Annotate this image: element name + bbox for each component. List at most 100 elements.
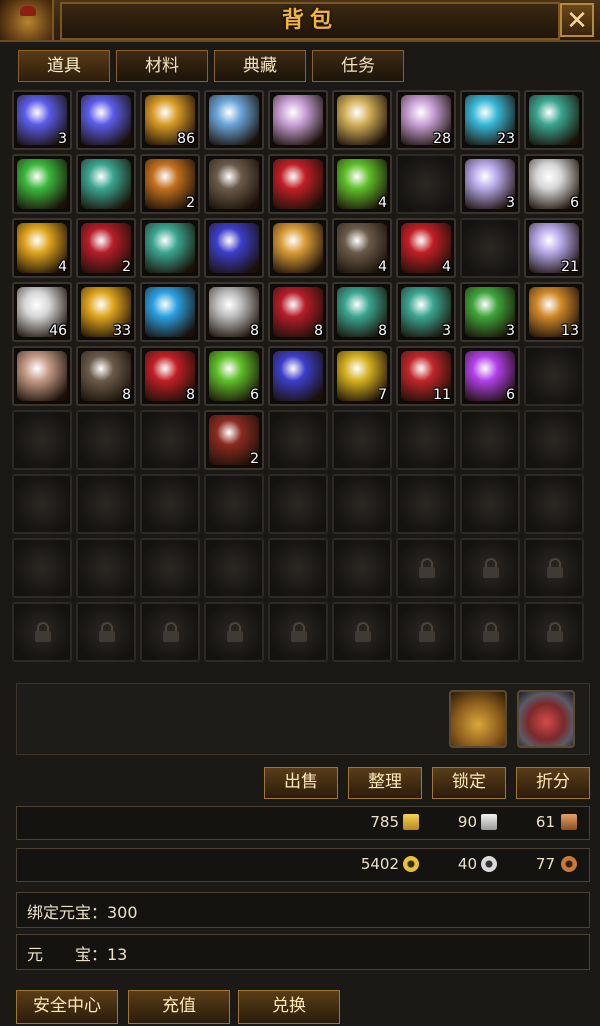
inventory-slot[interactable]: 11 [396, 346, 456, 406]
inventory-slot[interactable] [204, 538, 264, 598]
inventory-slot[interactable]: 8 [268, 282, 328, 342]
inventory-slot[interactable]: 23 [460, 90, 520, 150]
inventory-slot[interactable]: 8 [332, 282, 392, 342]
security-center-button[interactable]: 安全中心 [16, 990, 118, 1024]
inventory-slot[interactable]: 46 [12, 282, 72, 342]
inventory-slot[interactable] [268, 346, 328, 406]
inventory-slot[interactable] [524, 410, 584, 470]
lock-button[interactable]: 锁定 [432, 767, 506, 799]
inventory-slot[interactable]: 6 [204, 346, 264, 406]
inventory-slot[interactable] [76, 154, 136, 214]
bound-yuanbao-row: 绑定元宝：300 [16, 892, 590, 928]
treasure-chest-icon[interactable] [517, 690, 575, 748]
inventory-slot[interactable] [268, 474, 328, 534]
inventory-slot[interactable]: 3 [460, 154, 520, 214]
inventory-slot[interactable] [332, 410, 392, 470]
inventory-slot[interactable]: 8 [140, 346, 200, 406]
split-button[interactable]: 折分 [516, 767, 590, 799]
recharge-button[interactable]: 充值 [128, 990, 230, 1024]
sort-button[interactable]: 整理 [348, 767, 422, 799]
locked-slot[interactable] [12, 602, 72, 662]
locked-slot[interactable] [268, 602, 328, 662]
inventory-slot[interactable]: 13 [524, 282, 584, 342]
tab-collection[interactable]: 典藏 [214, 50, 306, 82]
inventory-slot[interactable]: 21 [524, 218, 584, 278]
inventory-slot[interactable] [460, 218, 520, 278]
inventory-slot[interactable] [204, 474, 264, 534]
inventory-slot[interactable] [268, 90, 328, 150]
inventory-slot[interactable] [140, 538, 200, 598]
inventory-slot[interactable] [76, 410, 136, 470]
inventory-slot[interactable] [396, 410, 456, 470]
locked-slot[interactable] [76, 602, 136, 662]
inventory-slot[interactable] [12, 410, 72, 470]
inventory-slot[interactable] [268, 538, 328, 598]
inventory-slot[interactable] [12, 154, 72, 214]
tab-quests[interactable]: 任务 [312, 50, 404, 82]
title-bar[interactable]: 背包 ✕ [0, 0, 600, 42]
inventory-slot[interactable]: 8 [204, 282, 264, 342]
inventory-slot[interactable] [332, 474, 392, 534]
money-bag-icon[interactable] [449, 690, 507, 748]
tab-materials[interactable]: 材料 [116, 50, 208, 82]
locked-slot[interactable] [204, 602, 264, 662]
tab-items[interactable]: 道具 [18, 50, 110, 82]
inventory-slot[interactable]: 7 [332, 346, 392, 406]
inventory-slot[interactable]: 4 [332, 218, 392, 278]
inventory-slot[interactable] [12, 346, 72, 406]
inventory-slot[interactable]: 3 [12, 90, 72, 150]
exchange-button[interactable]: 兑换 [238, 990, 340, 1024]
inventory-slot[interactable] [460, 410, 520, 470]
inventory-slot[interactable] [76, 90, 136, 150]
inventory-slot[interactable]: 86 [140, 90, 200, 150]
inventory-slot[interactable]: 28 [396, 90, 456, 150]
sell-button[interactable]: 出售 [264, 767, 338, 799]
locked-slot[interactable] [524, 538, 584, 598]
locked-slot[interactable] [332, 602, 392, 662]
inventory-slot[interactable] [396, 154, 456, 214]
inventory-slot[interactable]: 8 [76, 346, 136, 406]
inventory-slot[interactable] [140, 474, 200, 534]
inventory-slot[interactable] [76, 538, 136, 598]
inventory-slot[interactable] [268, 218, 328, 278]
inventory-slot[interactable] [140, 218, 200, 278]
inventory-slot[interactable] [76, 474, 136, 534]
inventory-slot[interactable]: 6 [460, 346, 520, 406]
inventory-slot[interactable]: 2 [140, 154, 200, 214]
inventory-slot[interactable] [268, 410, 328, 470]
inventory-slot[interactable] [460, 474, 520, 534]
inventory-slot[interactable]: 2 [76, 218, 136, 278]
locked-slot[interactable] [396, 538, 456, 598]
inventory-window: 背包 ✕ 道具 材料 典藏 任务 3 86 28 23 2 4 3 6 4 2 4 4 21 46 33 8 8… [0, 0, 600, 1026]
inventory-slot[interactable]: 3 [460, 282, 520, 342]
lock-icon [419, 622, 435, 642]
locked-slot[interactable] [140, 602, 200, 662]
inventory-slot[interactable]: 6 [524, 154, 584, 214]
inventory-slot[interactable] [12, 474, 72, 534]
locked-slot[interactable] [524, 602, 584, 662]
locked-slot[interactable] [460, 538, 520, 598]
locked-slot[interactable] [396, 602, 456, 662]
lock-icon [355, 622, 371, 642]
inventory-slot[interactable] [524, 346, 584, 406]
inventory-slot[interactable] [524, 474, 584, 534]
inventory-slot[interactable]: 3 [396, 282, 456, 342]
inventory-slot[interactable] [204, 154, 264, 214]
inventory-slot[interactable]: 33 [76, 282, 136, 342]
inventory-slot[interactable]: 4 [332, 154, 392, 214]
inventory-slot[interactable]: 2 [204, 410, 264, 470]
locked-slot[interactable] [460, 602, 520, 662]
inventory-slot[interactable] [396, 474, 456, 534]
inventory-slot[interactable] [140, 410, 200, 470]
inventory-slot[interactable] [12, 538, 72, 598]
inventory-slot[interactable] [524, 90, 584, 150]
inventory-slot[interactable] [140, 282, 200, 342]
close-button[interactable]: ✕ [560, 3, 594, 37]
inventory-slot[interactable] [204, 90, 264, 150]
inventory-slot[interactable] [332, 90, 392, 150]
inventory-slot[interactable] [204, 218, 264, 278]
inventory-slot[interactable]: 4 [12, 218, 72, 278]
inventory-slot[interactable]: 4 [396, 218, 456, 278]
inventory-slot[interactable] [332, 538, 392, 598]
inventory-slot[interactable] [268, 154, 328, 214]
